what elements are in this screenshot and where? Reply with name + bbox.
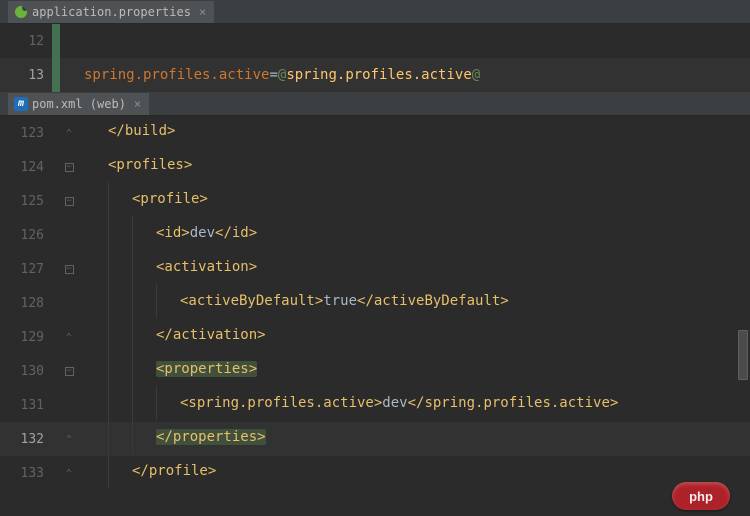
code-line[interactable]: 124 − <profiles> (0, 150, 750, 184)
fold-gutter: − (60, 265, 78, 274)
line-number[interactable]: 127 (0, 262, 52, 277)
fold-toggle-icon[interactable]: − (65, 367, 74, 376)
php-watermark: php (672, 482, 730, 510)
line-number[interactable]: 129 (0, 330, 52, 345)
code-content[interactable]: <profiles> (78, 148, 750, 186)
line-number[interactable]: 128 (0, 296, 52, 311)
code-line[interactable]: 132 ⌃ </properties> (0, 422, 750, 456)
bottom-code-area[interactable]: 123 ⌃ </build> 124 − <profiles> 125 − <p… (0, 116, 750, 490)
top-code-area[interactable]: 12 13 spring.profiles.active=@spring.pro… (0, 24, 750, 92)
gutter-stripe (52, 422, 60, 456)
fold-end-icon: ⌃ (66, 434, 72, 445)
close-tab-button[interactable]: × (197, 5, 208, 19)
close-tab-button[interactable]: × (132, 97, 143, 111)
gutter-stripe (52, 218, 60, 252)
code-content[interactable] (78, 33, 750, 49)
vertical-scrollbar[interactable] (738, 120, 748, 510)
top-tab-bar: application.properties × (0, 0, 750, 24)
fold-gutter: ⌃ (60, 128, 78, 139)
tab-label: application.properties (32, 5, 191, 19)
code-line[interactable]: 133 ⌃ </profile> (0, 456, 750, 490)
code-content[interactable]: </profile> (78, 454, 750, 492)
gutter-stripe (52, 184, 60, 218)
gutter-stripe (52, 354, 60, 388)
change-marker (52, 24, 60, 58)
code-content[interactable]: </activation> (78, 318, 750, 356)
gutter-stripe (52, 150, 60, 184)
line-number[interactable]: 123 (0, 126, 52, 141)
code-line[interactable]: 127 − <activation> (0, 252, 750, 286)
code-line[interactable]: 131 <spring.profiles.active>dev</spring.… (0, 388, 750, 422)
fold-end-icon: ⌃ (66, 468, 72, 479)
line-number[interactable]: 125 (0, 194, 52, 209)
line-number[interactable]: 126 (0, 228, 52, 243)
gutter-stripe (52, 116, 60, 150)
line-number[interactable]: 131 (0, 398, 52, 413)
fold-gutter: ⌃ (60, 434, 78, 445)
code-content[interactable]: </properties> (78, 420, 750, 458)
code-content[interactable]: <id>dev</id> (78, 216, 750, 254)
gutter-stripe (52, 388, 60, 422)
tab-application-properties[interactable]: application.properties × (8, 1, 215, 23)
fold-gutter: − (60, 367, 78, 376)
line-number[interactable]: 132 (0, 432, 52, 447)
code-line[interactable]: 129 ⌃ </activation> (0, 320, 750, 354)
gutter-stripe (52, 456, 60, 490)
gutter-stripe (52, 252, 60, 286)
fold-end-icon: ⌃ (66, 128, 72, 139)
tab-label: pom.xml (web) (32, 97, 126, 111)
fold-gutter: − (60, 163, 78, 172)
code-content[interactable]: </build> (78, 114, 750, 152)
code-content[interactable]: spring.profiles.active=@spring.profiles.… (78, 67, 750, 83)
code-line[interactable]: 128 <activeByDefault>true</activeByDefau… (0, 286, 750, 320)
scrollbar-thumb[interactable] (738, 330, 748, 380)
fold-toggle-icon[interactable]: − (65, 197, 74, 206)
code-content[interactable]: <profile> (78, 182, 750, 220)
maven-icon: m (14, 97, 28, 111)
line-number[interactable]: 124 (0, 160, 52, 175)
code-line[interactable]: 123 ⌃ </build> (0, 116, 750, 150)
fold-gutter: − (60, 197, 78, 206)
line-number[interactable]: 130 (0, 364, 52, 379)
fold-end-icon: ⌃ (66, 332, 72, 343)
tab-pom-xml[interactable]: m pom.xml (web) × (8, 93, 150, 115)
code-line[interactable]: 130 − <properties> (0, 354, 750, 388)
code-content[interactable]: <activeByDefault>true</activeByDefault> (78, 284, 750, 322)
gutter-stripe (52, 286, 60, 320)
bottom-editor-pane: m pom.xml (web) × 123 ⌃ </build> 124 − <… (0, 92, 750, 490)
code-content[interactable]: <properties> (78, 352, 750, 390)
code-line[interactable]: 13 spring.profiles.active=@spring.profil… (0, 58, 750, 92)
code-line[interactable]: 126 <id>dev</id> (0, 218, 750, 252)
line-number[interactable]: 12 (0, 34, 52, 49)
gutter-stripe (52, 320, 60, 354)
spring-icon (14, 5, 28, 19)
line-number[interactable]: 133 (0, 466, 52, 481)
fold-gutter: ⌃ (60, 468, 78, 479)
code-line[interactable]: 125 − <profile> (0, 184, 750, 218)
fold-gutter: ⌃ (60, 332, 78, 343)
code-line[interactable]: 12 (0, 24, 750, 58)
line-number[interactable]: 13 (0, 68, 52, 83)
fold-toggle-icon[interactable]: − (65, 265, 74, 274)
top-editor-pane: application.properties × 12 13 spring.pr… (0, 0, 750, 92)
code-content[interactable]: <spring.profiles.active>dev</spring.prof… (78, 386, 750, 424)
bottom-tab-bar: m pom.xml (web) × (0, 92, 750, 116)
change-marker (52, 58, 60, 92)
code-content[interactable]: <activation> (78, 250, 750, 288)
fold-toggle-icon[interactable]: − (65, 163, 74, 172)
